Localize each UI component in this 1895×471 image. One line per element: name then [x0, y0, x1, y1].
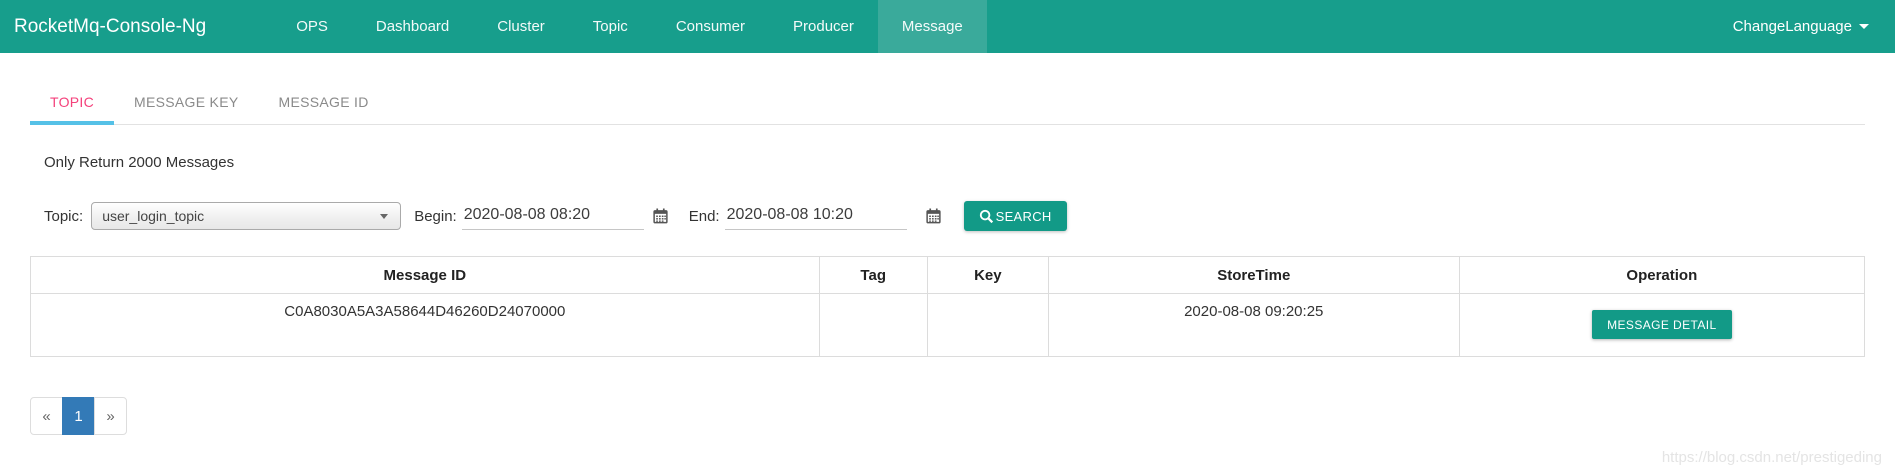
chevron-down-icon: [380, 214, 388, 219]
nav-item-cluster[interactable]: Cluster: [473, 0, 569, 53]
pagination-prev[interactable]: «: [30, 397, 63, 435]
header-store-time: StoreTime: [1048, 257, 1459, 294]
app-brand[interactable]: RocketMq-Console-Ng: [0, 0, 220, 53]
nav-item-consumer[interactable]: Consumer: [652, 0, 769, 53]
cell-operation: MESSAGE DETAIL: [1459, 294, 1864, 357]
begin-label: Begin:: [414, 208, 457, 225]
change-language-dropdown[interactable]: ChangeLanguage: [1733, 0, 1869, 53]
topic-select[interactable]: user_login_topic: [91, 202, 401, 230]
query-mode-tabs: TOPIC MESSAGE KEY MESSAGE ID: [30, 84, 1865, 125]
tab-message-id[interactable]: MESSAGE ID: [258, 84, 388, 125]
caret-down-icon: [1859, 24, 1869, 29]
calendar-icon[interactable]: [926, 208, 941, 224]
navbar-menu: OPS Dashboard Cluster Topic Consumer Pro…: [272, 0, 987, 53]
cell-key: [927, 294, 1048, 357]
pagination: « 1 »: [30, 397, 127, 435]
tab-topic[interactable]: TOPIC: [30, 84, 114, 125]
topic-select-value: user_login_topic: [102, 208, 204, 224]
header-tag: Tag: [819, 257, 927, 294]
nav-item-ops[interactable]: OPS: [272, 0, 352, 53]
change-language-label: ChangeLanguage: [1733, 18, 1852, 35]
cell-store-time: 2020-08-08 09:20:25: [1048, 294, 1459, 357]
table-row: C0A8030A5A3A58644D46260D24070000 2020-08…: [31, 294, 1865, 357]
header-operation: Operation: [1459, 257, 1864, 294]
pagination-next[interactable]: »: [94, 397, 127, 435]
topic-label: Topic:: [44, 208, 83, 225]
watermark-text: https://blog.csdn.net/prestigeding: [1662, 449, 1882, 466]
end-time-input[interactable]: [725, 202, 907, 230]
nav-item-producer[interactable]: Producer: [769, 0, 878, 53]
cell-tag: [819, 294, 927, 357]
nav-item-topic[interactable]: Topic: [569, 0, 652, 53]
magnifier-icon: [979, 209, 994, 224]
end-label: End:: [689, 208, 720, 225]
message-table: Message ID Tag Key StoreTime Operation C…: [30, 256, 1865, 357]
result-limit-notice: Only Return 2000 Messages: [44, 154, 1851, 171]
table-header-row: Message ID Tag Key StoreTime Operation: [31, 257, 1865, 294]
search-button[interactable]: SEARCH: [964, 201, 1067, 231]
message-detail-button[interactable]: MESSAGE DETAIL: [1592, 310, 1731, 339]
pagination-page-1[interactable]: 1: [62, 397, 95, 435]
nav-item-message[interactable]: Message: [878, 0, 987, 53]
header-key: Key: [927, 257, 1048, 294]
nav-item-dashboard[interactable]: Dashboard: [352, 0, 473, 53]
cell-message-id: C0A8030A5A3A58644D46260D24070000: [31, 294, 820, 357]
begin-time-input[interactable]: [462, 202, 644, 230]
tab-message-key[interactable]: MESSAGE KEY: [114, 84, 258, 125]
navbar: RocketMq-Console-Ng OPS Dashboard Cluste…: [0, 0, 1895, 53]
filter-form: Topic: user_login_topic Begin: End:: [44, 201, 1851, 231]
header-message-id: Message ID: [31, 257, 820, 294]
calendar-icon[interactable]: [653, 208, 668, 224]
search-button-label: SEARCH: [996, 209, 1052, 224]
